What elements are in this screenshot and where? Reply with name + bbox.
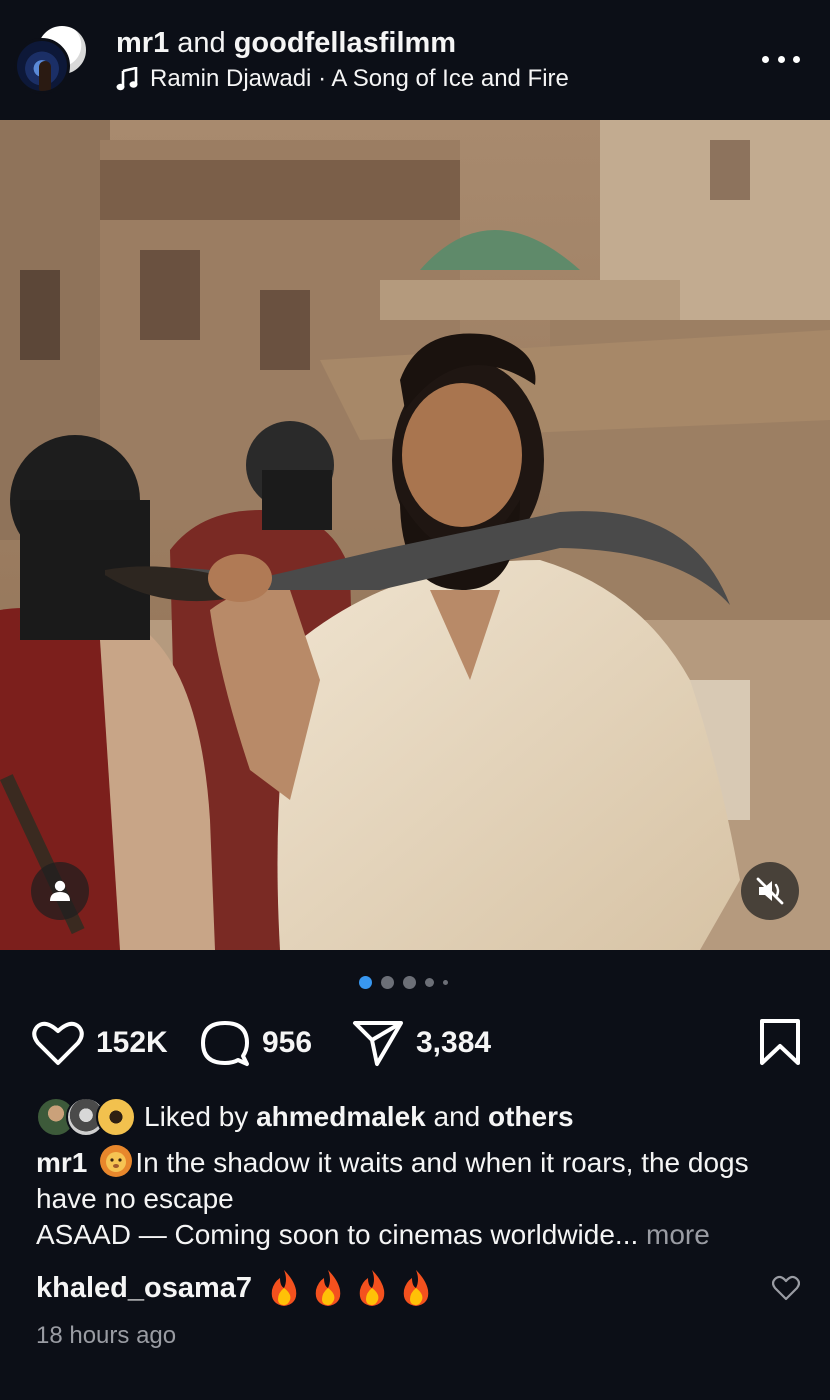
caption-more-link[interactable]: more [646, 1219, 710, 1250]
liked-by-prefix: Liked by [144, 1101, 249, 1132]
share-icon [353, 1021, 403, 1066]
post-view: mr1 and goodfellasfilmm Ramin Djawadi · … [0, 0, 830, 1400]
carousel-indicator [0, 976, 830, 989]
mute-button[interactable] [741, 862, 799, 920]
tag-people-button[interactable] [31, 862, 89, 920]
fire-emoji [359, 1270, 385, 1306]
heart-icon [32, 1021, 84, 1065]
comment-like-heart-icon[interactable] [772, 1274, 800, 1302]
liked-by-row[interactable]: Liked by ahmedmalek and others [36, 1097, 574, 1137]
collab-avatars[interactable] [14, 24, 88, 96]
post-timestamp: 18 hours ago [36, 1322, 177, 1349]
music-title: A Song of Ice and Fire [331, 65, 569, 92]
post-header: mr1 and goodfellasfilmm Ramin Djawadi · … [0, 0, 830, 120]
like-count: 152K [96, 1026, 168, 1059]
share-count: 3,384 [416, 1026, 492, 1059]
post-caption: mr1 In the shadow it waits and when it r… [36, 1144, 796, 1253]
comment-user[interactable]: khaled_osama7 [36, 1272, 252, 1305]
liked-by-others[interactable]: others [488, 1101, 574, 1133]
names-connector: and [177, 27, 226, 59]
post-image[interactable] [0, 120, 830, 950]
carousel-dot[interactable] [358, 976, 372, 989]
comment-button[interactable]: 956 [200, 1016, 312, 1070]
avatar-primary [14, 38, 70, 94]
liked-by-user[interactable]: ahmedmalek [256, 1101, 426, 1133]
caption-text: In the shadow it waits and when it roars… [36, 1147, 749, 1214]
liker-avatars [36, 1097, 136, 1137]
lion-emoji [100, 1145, 133, 1177]
comment-emojis [266, 1268, 434, 1308]
carousel-dot[interactable] [380, 976, 394, 989]
carousel-dot[interactable] [442, 980, 448, 985]
music-note-icon [116, 67, 138, 91]
caption-author[interactable]: mr1 [36, 1147, 87, 1178]
tag-people-icon [50, 880, 70, 901]
mute-icon [756, 877, 784, 905]
account-secondary-link[interactable]: goodfellasfilmm [234, 27, 456, 59]
account-primary-link[interactable]: mr1 [116, 27, 169, 59]
carousel-dot[interactable] [402, 976, 416, 989]
comment-icon [201, 1021, 249, 1066]
more-icon[interactable] [762, 46, 800, 72]
comment-count: 956 [262, 1026, 313, 1059]
music-separator: · [318, 65, 327, 92]
music-attribution[interactable]: Ramin Djawadi · A Song of Ice and Fire [116, 64, 569, 94]
fire-emoji [315, 1270, 341, 1306]
carousel-dot[interactable] [424, 978, 434, 987]
like-button[interactable]: 152K [32, 1016, 168, 1070]
fire-emoji [403, 1270, 429, 1306]
share-button[interactable]: 3,384 [352, 1016, 491, 1070]
fire-emoji [271, 1270, 297, 1306]
account-names: mr1 and goodfellasfilmm [116, 26, 456, 60]
action-bar: 152K 956 3,384 [32, 1016, 802, 1070]
caption-line2: ASAAD — Coming soon to cinemas worldwide… [36, 1219, 639, 1250]
scene-illustration [0, 120, 830, 950]
liked-by-connector: and [433, 1101, 481, 1132]
music-artist: Ramin Djawadi [150, 65, 312, 92]
bookmark-icon[interactable] [758, 1018, 802, 1066]
avatar [96, 1097, 136, 1137]
comment-preview[interactable]: khaled_osama7 [36, 1266, 800, 1310]
